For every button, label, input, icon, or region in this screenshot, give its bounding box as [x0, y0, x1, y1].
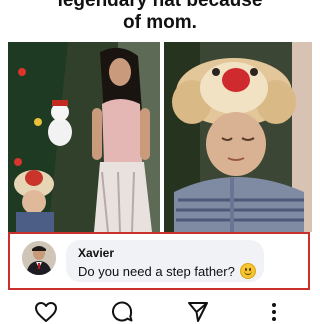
comment-author[interactable]: Xavier: [78, 246, 114, 260]
send-icon[interactable]: [186, 300, 210, 324]
post-caption: legendary hat because of mom.: [0, 0, 320, 40]
smiley-emoji-icon: [240, 263, 257, 279]
comment-icon[interactable]: [110, 300, 134, 324]
highlighted-comment[interactable]: Xavier Do you need a step father?: [8, 232, 310, 290]
photo-boy-with-hat: [164, 42, 312, 232]
comment-bubble[interactable]: Xavier Do you need a step father?: [66, 240, 264, 282]
photo-mom-and-son: [8, 42, 160, 232]
avatar-image: [22, 241, 56, 275]
heart-icon[interactable]: [34, 300, 58, 324]
comment-text-content: Do you need a step father?: [78, 264, 235, 279]
photo-illustration-right: [164, 42, 312, 232]
photo-illustration-left: [8, 42, 160, 232]
comment-text: Do you need a step father?: [78, 263, 257, 279]
caption-line-1: legendary hat because: [57, 0, 263, 11]
caption-line-2: of mom.: [123, 12, 197, 33]
post-action-bar: [0, 296, 320, 322]
more-vertical-icon[interactable]: [262, 300, 286, 324]
avatar[interactable]: [22, 241, 56, 275]
